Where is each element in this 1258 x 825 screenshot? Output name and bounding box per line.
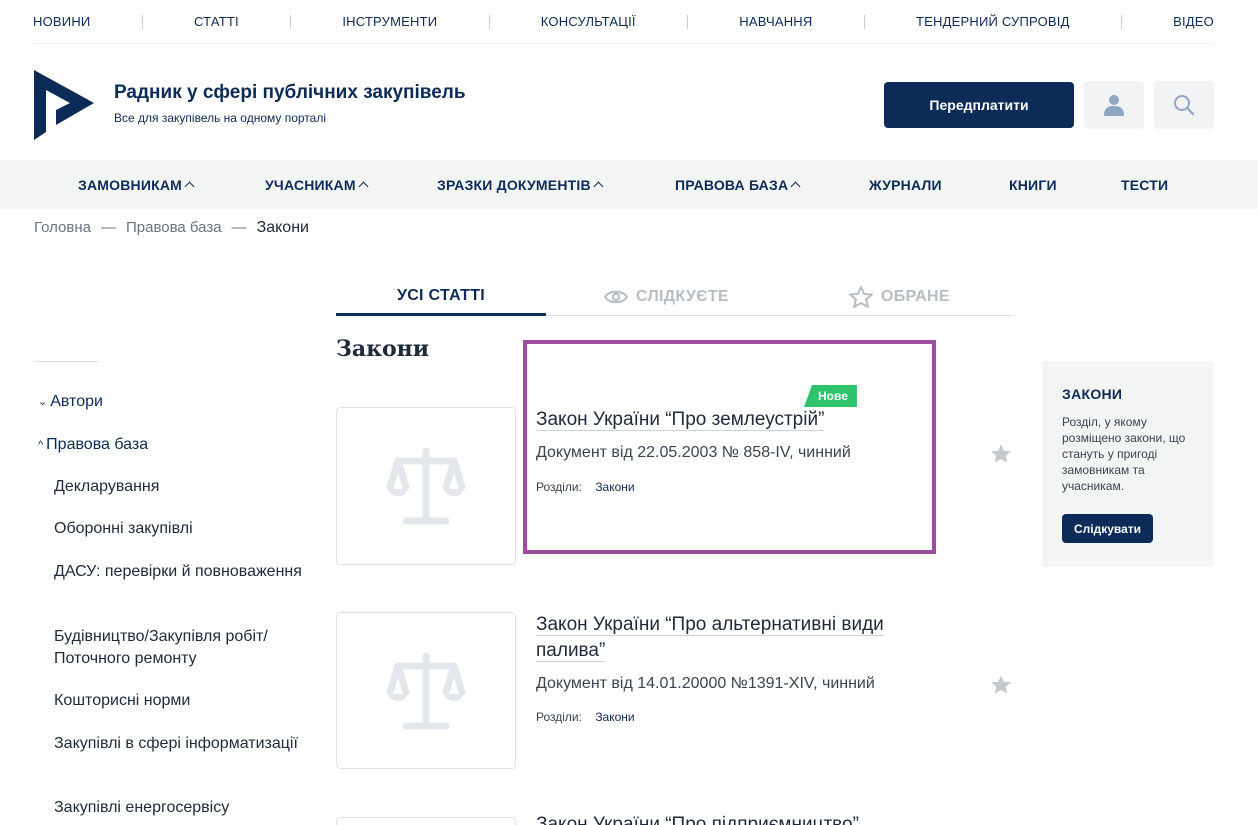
- nav-divider: [1120, 14, 1122, 29]
- menu-label: ТЕСТИ: [1121, 176, 1169, 193]
- article-thumbnail[interactable]: [336, 817, 516, 825]
- menu-label: ЖУРНАЛИ: [869, 176, 942, 193]
- article-title[interactable]: Закон України “Про підприємництво”: [536, 812, 926, 825]
- breadcrumb-separator: —: [101, 219, 116, 236]
- top-nav-consultations[interactable]: КОНСУЛЬТАЦІЇ: [541, 14, 636, 29]
- nav-divider: [488, 14, 490, 29]
- breadcrumb-current: Закони: [256, 219, 309, 236]
- article-meta: Розділи: Закони: [536, 710, 635, 724]
- article-title-text: Закон України “Про альтернативні види па…: [536, 614, 884, 662]
- star-icon[interactable]: [990, 674, 1012, 695]
- star-icon[interactable]: [990, 443, 1012, 464]
- follow-button[interactable]: Слідкувати: [1062, 514, 1153, 543]
- top-nav-news[interactable]: НОВИНИ: [33, 14, 90, 29]
- tab-favorites[interactable]: ОБРАНЕ: [849, 278, 950, 316]
- tab-label: УСІ СТАТТІ: [396, 286, 486, 304]
- section-title: Закони: [336, 336, 430, 362]
- scales-icon: [386, 652, 466, 729]
- nav-divider: [686, 14, 688, 29]
- tab-following[interactable]: СЛІДКУЄТЕ: [604, 278, 729, 316]
- top-nav-tools[interactable]: ІНСТРУМЕНТИ: [342, 14, 437, 29]
- menu-tests[interactable]: ТЕСТИ: [1121, 160, 1168, 209]
- article-thumbnail[interactable]: [336, 612, 516, 769]
- top-nav-articles[interactable]: СТАТТІ: [194, 14, 239, 29]
- menu-participants[interactable]: УЧАСНИКАМ: [265, 160, 369, 209]
- section-link[interactable]: Закони: [595, 710, 634, 724]
- chevron-up-icon: [790, 181, 801, 192]
- sidebar-group-authors[interactable]: ⌄ Автори: [38, 391, 103, 413]
- menu-label: КНИГИ: [1009, 176, 1057, 193]
- article-thumbnail[interactable]: [336, 407, 516, 565]
- tab-label: ОБРАНЕ: [881, 288, 950, 305]
- top-nav: НОВИНИ СТАТТІ ІНСТРУМЕНТИ КОНСУЛЬТАЦІЇ Н…: [33, 0, 1214, 44]
- account-button[interactable]: [1084, 81, 1144, 129]
- chevron-up-icon: [593, 181, 604, 192]
- search-icon: [1174, 95, 1195, 116]
- top-nav-education[interactable]: НАВЧАННЯ: [739, 14, 812, 29]
- tab-label: СЛІДКУЄТЕ: [636, 288, 729, 305]
- menu-label: ПРАВОВА БАЗА: [675, 176, 789, 193]
- sidebar-item-energy-service[interactable]: Закупівлі енергосервісу: [54, 797, 314, 819]
- sidebar-item-construction[interactable]: Будівництво/Закупівля робіт/ Поточного р…: [54, 626, 314, 670]
- nav-divider: [863, 14, 865, 29]
- site-subtitle: Все для закупівель на одному порталі: [114, 111, 327, 125]
- sidebar-divider: [34, 361, 98, 362]
- menu-document-templates[interactable]: ЗРАЗКИ ДОКУМЕНТІВ: [437, 160, 604, 209]
- section-info-widget: ЗАКОНИ Розділ, у якому розміщено закони,…: [1042, 361, 1213, 567]
- menu-label: ЗРАЗКИ ДОКУМЕНТІВ: [437, 176, 591, 193]
- chevron-up-icon: [184, 181, 195, 192]
- site-title[interactable]: Радник у сфері публічних закупівель: [114, 82, 466, 104]
- sidebar-group-label: Автори: [50, 393, 103, 410]
- chevron-down-icon: ⌄: [38, 396, 48, 408]
- top-nav-tender-support[interactable]: ТЕНДЕРНИЙ СУПРОВІД: [916, 14, 1070, 29]
- menu-label: УЧАСНИКАМ: [265, 176, 356, 193]
- menu-label: ЗАМОВНИКАМ: [78, 176, 183, 193]
- top-nav-video[interactable]: ВІДЕО: [1173, 14, 1214, 29]
- scales-icon: [386, 447, 466, 525]
- article-tabs: УСІ СТАТТІ СЛІДКУЄТЕ ОБРАНЕ: [336, 278, 1012, 316]
- main-menu: ЗАМОВНИКАМ УЧАСНИКАМ ЗРАЗКИ ДОКУМЕНТІВ П…: [0, 160, 1258, 209]
- star-outline-icon: [849, 286, 873, 308]
- sidebar-group-label: Правова база: [46, 436, 149, 453]
- user-icon: [1104, 95, 1124, 116]
- sidebar-group-legal-base[interactable]: ^ Правова база: [38, 434, 148, 456]
- breadcrumb-section[interactable]: Правова база: [126, 219, 222, 237]
- article-title[interactable]: Закон України “Про альтернативні види па…: [536, 612, 926, 664]
- chevron-up-icon: [358, 181, 369, 192]
- sidebar-item-defense[interactable]: Оборонні закупівлі: [54, 518, 314, 540]
- menu-journals[interactable]: ЖУРНАЛИ: [869, 160, 942, 209]
- sidebar-item-declaration[interactable]: Декларування: [54, 476, 314, 498]
- tab-all-articles[interactable]: УСІ СТАТТІ: [336, 278, 546, 316]
- highlight-frame: [523, 340, 936, 554]
- article-description: Документ від 14.01.20000 №1391-XIV, чинн…: [536, 675, 875, 692]
- breadcrumb-home[interactable]: Головна: [34, 219, 91, 237]
- nav-divider: [290, 14, 292, 29]
- chevron-up-icon: ^: [38, 439, 44, 451]
- sections-label: Розділи:: [536, 710, 582, 724]
- subscribe-button[interactable]: Передплатити: [884, 82, 1074, 128]
- article-title-text: Закон України “Про підприємництво”: [536, 814, 859, 825]
- sidebar-item-informatization[interactable]: Закупівлі в сфері інформатизації: [54, 733, 314, 755]
- breadcrumb-separator: —: [231, 219, 247, 236]
- logo[interactable]: [34, 70, 94, 140]
- sidebar-item-dasu[interactable]: ДАСУ: перевірки й повноваження: [54, 561, 314, 583]
- nav-divider: [141, 14, 143, 29]
- search-button[interactable]: [1154, 81, 1214, 129]
- menu-legal-base[interactable]: ПРАВОВА БАЗА: [675, 160, 801, 209]
- widget-text: Розділ, у якому розміщено закони, що ста…: [1062, 415, 1186, 493]
- breadcrumb: Головна — Правова база — Закони: [34, 219, 309, 237]
- menu-books[interactable]: КНИГИ: [1009, 160, 1057, 209]
- menu-customers[interactable]: ЗАМОВНИКАМ: [78, 160, 195, 209]
- eye-icon: [604, 290, 628, 304]
- sidebar-item-estimates[interactable]: Кошторисні норми: [54, 690, 314, 712]
- widget-title: ЗАКОНИ: [1062, 386, 1123, 402]
